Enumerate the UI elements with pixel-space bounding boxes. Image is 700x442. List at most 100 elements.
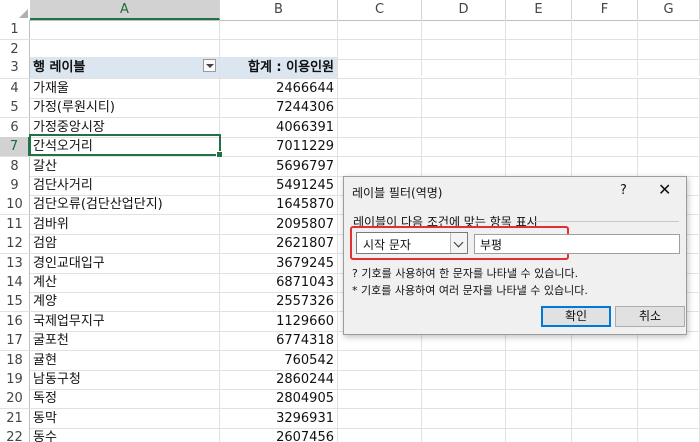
cell[interactable] bbox=[572, 370, 638, 389]
cell[interactable] bbox=[506, 98, 572, 117]
station-label-cell[interactable]: 경인교대입구 bbox=[30, 254, 220, 273]
ridership-value-cell[interactable]: 2466644 bbox=[220, 79, 338, 98]
station-label-cell[interactable]: 검암 bbox=[30, 234, 220, 253]
cell[interactable] bbox=[506, 389, 572, 408]
cell[interactable] bbox=[506, 79, 572, 98]
row-header[interactable]: 6 bbox=[0, 118, 30, 137]
cell[interactable] bbox=[422, 20, 506, 39]
cell[interactable] bbox=[572, 118, 638, 137]
cell[interactable] bbox=[572, 98, 638, 117]
cell[interactable] bbox=[338, 20, 422, 39]
fill-handle[interactable] bbox=[216, 151, 223, 158]
condition-dropdown-button[interactable] bbox=[450, 233, 467, 253]
ridership-value-cell[interactable]: 1645870 bbox=[220, 195, 338, 214]
cell[interactable] bbox=[506, 157, 572, 176]
cell[interactable] bbox=[638, 370, 700, 389]
ridership-value-cell[interactable]: 2095807 bbox=[220, 215, 338, 234]
pivot-value-header[interactable]: 합계 : 이용인원 bbox=[220, 57, 338, 78]
cell[interactable] bbox=[338, 118, 422, 137]
cell[interactable] bbox=[506, 409, 572, 428]
column-header-c[interactable]: C bbox=[338, 0, 422, 20]
close-icon[interactable]: ✕ bbox=[658, 180, 671, 199]
station-label-cell[interactable]: 국제업무지구 bbox=[30, 312, 220, 331]
cell[interactable] bbox=[506, 20, 572, 39]
pivot-row-label-header[interactable]: 행 레이블 bbox=[30, 57, 220, 78]
row-header[interactable]: 15 bbox=[0, 292, 30, 311]
cell[interactable] bbox=[638, 118, 700, 137]
station-label-cell[interactable]: 남동구청 bbox=[30, 370, 220, 389]
row-header[interactable]: 8 bbox=[0, 157, 30, 176]
cell[interactable] bbox=[338, 370, 422, 389]
cell[interactable] bbox=[422, 409, 506, 428]
select-all-button[interactable] bbox=[0, 0, 31, 20]
cell[interactable] bbox=[572, 389, 638, 408]
row-header[interactable]: 14 bbox=[0, 273, 30, 292]
cell[interactable] bbox=[422, 57, 506, 76]
cell[interactable] bbox=[638, 137, 700, 156]
station-label-cell[interactable]: 검단오류(검단산업단지) bbox=[30, 195, 220, 214]
ridership-value-cell[interactable]: 3679245 bbox=[220, 254, 338, 273]
row-header[interactable]: 18 bbox=[0, 351, 30, 370]
cell[interactable] bbox=[422, 79, 506, 98]
cell[interactable] bbox=[638, 409, 700, 428]
cell[interactable] bbox=[338, 98, 422, 117]
cell[interactable] bbox=[638, 20, 700, 39]
ridership-value-cell[interactable]: 4066391 bbox=[220, 118, 338, 137]
cell[interactable] bbox=[506, 351, 572, 370]
cell[interactable] bbox=[30, 20, 220, 39]
cell[interactable] bbox=[572, 137, 638, 156]
cell[interactable] bbox=[338, 57, 422, 76]
station-label-cell[interactable]: 귤현 bbox=[30, 351, 220, 370]
column-header-b[interactable]: B bbox=[220, 0, 338, 20]
row-header[interactable]: 3 bbox=[0, 57, 30, 78]
cell[interactable] bbox=[638, 57, 700, 76]
cell[interactable] bbox=[338, 428, 422, 442]
cell[interactable] bbox=[338, 137, 422, 156]
row-header[interactable]: 10 bbox=[0, 195, 30, 214]
column-header-d[interactable]: D bbox=[422, 0, 506, 20]
station-label-cell[interactable]: 갈산 bbox=[30, 157, 220, 176]
station-label-cell[interactable]: 독정 bbox=[30, 389, 220, 408]
cell[interactable] bbox=[422, 389, 506, 408]
cell[interactable] bbox=[506, 118, 572, 137]
column-header-e[interactable]: E bbox=[506, 0, 572, 20]
cancel-button[interactable]: 취소 bbox=[615, 306, 685, 327]
condition-select[interactable]: 시작 문자 bbox=[356, 232, 468, 254]
cell[interactable] bbox=[572, 79, 638, 98]
row-header[interactable]: 9 bbox=[0, 176, 30, 195]
cell[interactable] bbox=[422, 137, 506, 156]
cell[interactable] bbox=[338, 351, 422, 370]
station-label-cell[interactable]: 계양 bbox=[30, 292, 220, 311]
row-header[interactable]: 17 bbox=[0, 331, 30, 350]
cell[interactable] bbox=[338, 79, 422, 98]
cell[interactable] bbox=[638, 428, 700, 442]
cell[interactable] bbox=[422, 157, 506, 176]
row-header[interactable]: 4 bbox=[0, 79, 30, 98]
cell[interactable] bbox=[572, 409, 638, 428]
cell[interactable] bbox=[422, 370, 506, 389]
cell[interactable] bbox=[572, 157, 638, 176]
station-label-cell[interactable]: 굴포천 bbox=[30, 331, 220, 350]
ridership-value-cell[interactable]: 6774318 bbox=[220, 331, 338, 350]
cell[interactable] bbox=[338, 409, 422, 428]
station-label-cell[interactable]: 검단사거리 bbox=[30, 176, 220, 195]
cell[interactable] bbox=[422, 428, 506, 442]
row-header[interactable]: 19 bbox=[0, 370, 30, 389]
station-label-cell[interactable]: 검바위 bbox=[30, 215, 220, 234]
row-header[interactable]: 5 bbox=[0, 98, 30, 117]
cell[interactable] bbox=[220, 20, 338, 39]
ridership-value-cell[interactable]: 7244306 bbox=[220, 98, 338, 117]
station-label-cell[interactable]: 가재울 bbox=[30, 79, 220, 98]
cell[interactable] bbox=[506, 57, 572, 76]
filter-value-input[interactable] bbox=[474, 234, 680, 254]
row-header[interactable]: 12 bbox=[0, 234, 30, 253]
row-header[interactable]: 20 bbox=[0, 389, 30, 408]
cell[interactable] bbox=[638, 79, 700, 98]
cell[interactable] bbox=[638, 157, 700, 176]
ok-button[interactable]: 확인 bbox=[541, 306, 611, 327]
cell[interactable] bbox=[506, 137, 572, 156]
station-label-cell[interactable]: 동막 bbox=[30, 409, 220, 428]
cell[interactable] bbox=[638, 351, 700, 370]
cell[interactable] bbox=[506, 370, 572, 389]
column-header-g[interactable]: G bbox=[638, 0, 700, 20]
